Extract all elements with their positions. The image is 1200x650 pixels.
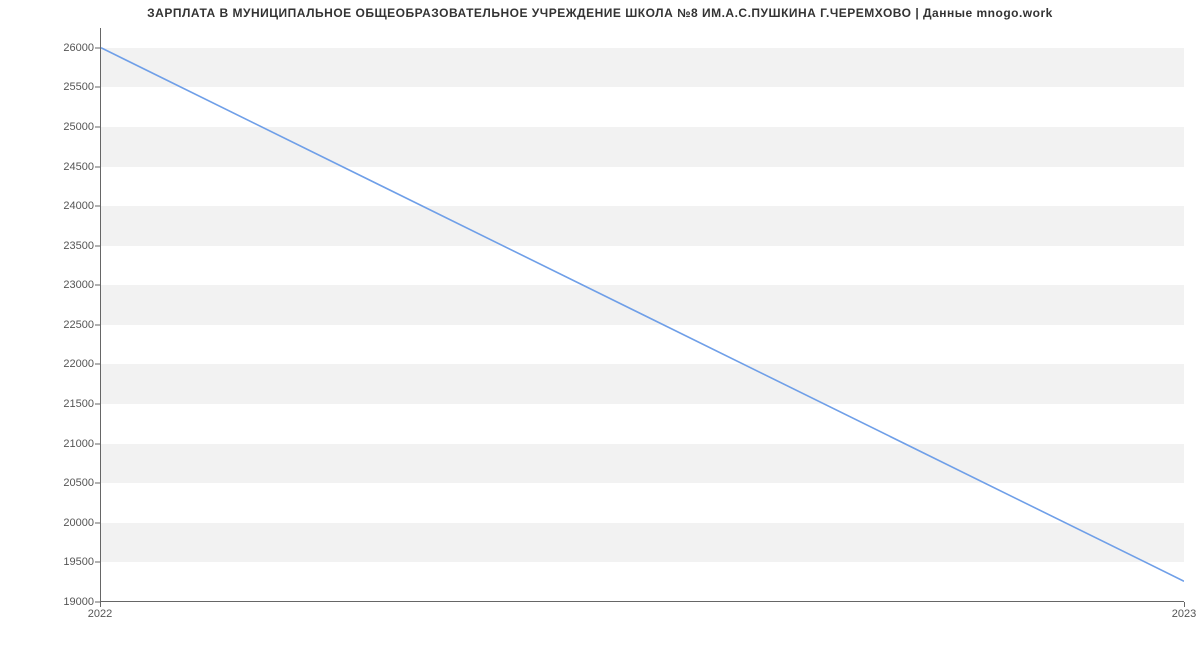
y-tick-label: 21500 [14, 398, 94, 410]
y-tick-label: 26000 [14, 42, 94, 54]
y-tick-mark [95, 47, 100, 48]
y-tick-mark [95, 245, 100, 246]
chart-container: ЗАРПЛАТА В МУНИЦИПАЛЬНОЕ ОБЩЕОБРАЗОВАТЕЛ… [0, 0, 1200, 650]
y-tick-mark [95, 285, 100, 286]
y-tick-label: 24000 [14, 200, 94, 212]
y-tick-mark [95, 126, 100, 127]
x-tick-mark [100, 602, 101, 607]
y-tick-label: 22000 [14, 358, 94, 370]
y-tick-mark [95, 404, 100, 405]
y-tick-label: 25000 [14, 121, 94, 133]
y-tick-mark [95, 443, 100, 444]
x-tick-mark [1184, 602, 1185, 607]
y-tick-label: 21000 [14, 438, 94, 450]
y-tick-label: 20000 [14, 517, 94, 529]
y-tick-label: 22500 [14, 319, 94, 331]
y-tick-label: 23000 [14, 279, 94, 291]
y-tick-mark [95, 562, 100, 563]
y-tick-mark [95, 364, 100, 365]
plot-area [100, 28, 1184, 602]
y-tick-label: 25500 [14, 81, 94, 93]
chart-title: ЗАРПЛАТА В МУНИЦИПАЛЬНОЕ ОБЩЕОБРАЗОВАТЕЛ… [0, 6, 1200, 20]
y-tick-label: 24500 [14, 161, 94, 173]
y-tick-mark [95, 483, 100, 484]
y-tick-mark [95, 324, 100, 325]
y-tick-mark [95, 166, 100, 167]
y-tick-mark [95, 87, 100, 88]
line-series [101, 28, 1184, 601]
x-tick-label: 2022 [88, 608, 112, 620]
y-tick-mark [95, 206, 100, 207]
y-tick-label: 20500 [14, 477, 94, 489]
y-tick-label: 23500 [14, 240, 94, 252]
x-tick-label: 2023 [1172, 608, 1196, 620]
y-tick-label: 19000 [14, 596, 94, 608]
y-tick-mark [95, 522, 100, 523]
y-tick-label: 19500 [14, 556, 94, 568]
